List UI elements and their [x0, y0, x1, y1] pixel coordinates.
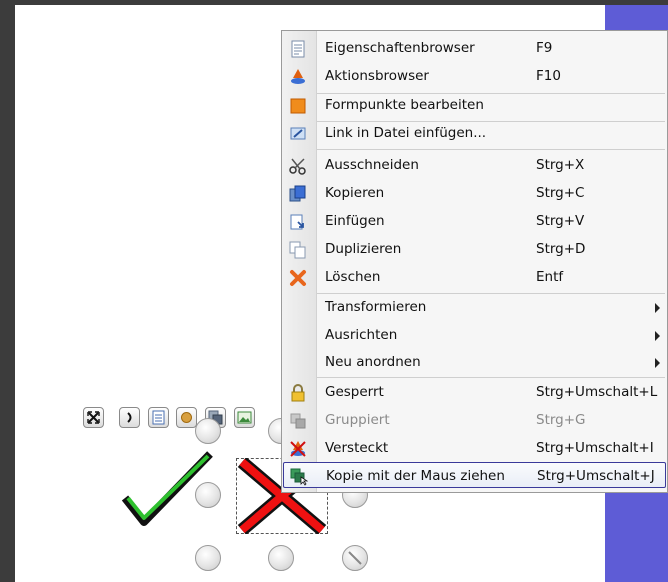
insert-link-icon	[290, 127, 306, 140]
menu-separator	[317, 377, 665, 378]
resize-handle[interactable]	[195, 482, 221, 508]
menu-label: Aktionsbrowser	[325, 68, 429, 84]
menu-label: Neu anordnen	[325, 354, 421, 370]
menu-label: Einfügen	[325, 213, 385, 229]
menu-item-delete[interactable]: Löschen Entf	[283, 264, 666, 291]
rotate-button[interactable]	[119, 407, 140, 428]
menu-item-insert-link[interactable]: Link in Datei einfügen...	[283, 120, 666, 147]
menu-item-rearrange[interactable]: Neu anordnen	[283, 349, 666, 376]
menu-item-actions-browser[interactable]: Aktionsbrowser F10	[283, 63, 666, 90]
menu-label: Duplizieren	[325, 241, 402, 257]
menu-shortcut: Strg+Umschalt+I	[536, 440, 654, 456]
menu-shortcut: Strg+V	[536, 213, 585, 229]
menu-item-duplicate[interactable]: Duplizieren Strg+D	[283, 236, 666, 263]
menu-label: Eigenschaftenbrowser	[325, 40, 475, 56]
menu-shortcut: F9	[536, 40, 553, 56]
scissors-icon	[289, 158, 306, 175]
properties-icon	[152, 410, 165, 425]
menu-item-locked[interactable]: Gesperrt Strg+Umschalt+L	[283, 379, 666, 406]
resize-handle[interactable]	[268, 545, 294, 571]
image-button[interactable]	[234, 407, 255, 428]
menu-shortcut: Strg+Umschalt+J	[537, 468, 655, 484]
menu-item-paste[interactable]: Einfügen Strg+V	[283, 208, 666, 235]
menu-label: Ausschneiden	[325, 157, 419, 173]
properties-button[interactable]	[148, 407, 169, 428]
rotate-icon	[127, 412, 132, 423]
menu-label: Transformieren	[325, 299, 427, 315]
copy-icon	[289, 185, 306, 202]
edit-shape-points-icon	[290, 98, 306, 114]
group-icon	[290, 413, 306, 429]
menu-shortcut: Strg+X	[536, 157, 585, 173]
menu-label: Löschen	[325, 269, 381, 285]
menu-label: Gruppiert	[325, 412, 390, 428]
menu-item-grouped: Gruppiert Strg+G	[283, 407, 666, 434]
menu-shortcut: F10	[536, 68, 561, 84]
menu-shortcut: Strg+G	[536, 412, 586, 428]
menu-item-drag-copy[interactable]: Kopie mit der Maus ziehen Strg+Umschalt+…	[283, 462, 666, 488]
image-icon	[237, 411, 252, 424]
padlock-icon	[291, 384, 305, 402]
fit-button[interactable]	[83, 407, 104, 428]
menu-label: Link in Datei einfügen...	[325, 125, 487, 141]
edit-points-button[interactable]	[176, 407, 197, 428]
slash-icon	[348, 551, 362, 565]
context-menu: Eigenschaftenbrowser F9 Aktionsbrowser F…	[281, 30, 668, 493]
menu-shortcut: Strg+C	[536, 185, 585, 201]
resize-handle[interactable]	[195, 545, 221, 571]
menu-label: Versteckt	[325, 440, 389, 456]
menu-item-edit-shape-points[interactable]: Formpunkte bearbeiten	[283, 92, 666, 119]
menu-shortcut: Strg+Umschalt+L	[536, 384, 658, 400]
menu-label: Gesperrt	[325, 384, 384, 400]
menu-label: Kopie mit der Maus ziehen	[326, 468, 505, 484]
paste-icon	[290, 214, 304, 230]
menu-item-transform[interactable]: Transformieren	[283, 294, 666, 321]
hidden-icon	[290, 441, 306, 457]
edit-points-icon	[181, 412, 192, 423]
menu-shortcut: Entf	[536, 269, 564, 285]
submenu-arrow-icon	[655, 331, 660, 341]
menu-item-properties-browser[interactable]: Eigenschaftenbrowser F9	[283, 35, 666, 62]
drag-copy-icon	[290, 468, 308, 486]
submenu-arrow-icon	[655, 303, 660, 313]
menu-item-hidden[interactable]: Versteckt Strg+Umschalt+I	[283, 435, 666, 462]
rotate-handle[interactable]	[342, 545, 368, 571]
menu-item-copy[interactable]: Kopieren Strg+C	[283, 180, 666, 207]
menu-label: Kopieren	[325, 185, 385, 201]
menu-label: Formpunkte bearbeiten	[325, 97, 484, 113]
properties-browser-icon	[291, 40, 305, 58]
menu-shortcut: Strg+D	[536, 241, 586, 257]
actions-browser-icon	[291, 69, 305, 84]
fit-icon	[87, 411, 100, 424]
menu-item-align[interactable]: Ausrichten	[283, 322, 666, 349]
menu-separator	[317, 149, 665, 150]
delete-x-icon	[290, 270, 306, 286]
submenu-arrow-icon	[655, 358, 660, 368]
duplicate-icon	[289, 241, 306, 259]
resize-handle[interactable]	[195, 418, 221, 444]
menu-label: Ausrichten	[325, 327, 398, 343]
menu-item-cut[interactable]: Ausschneiden Strg+X	[283, 152, 666, 179]
